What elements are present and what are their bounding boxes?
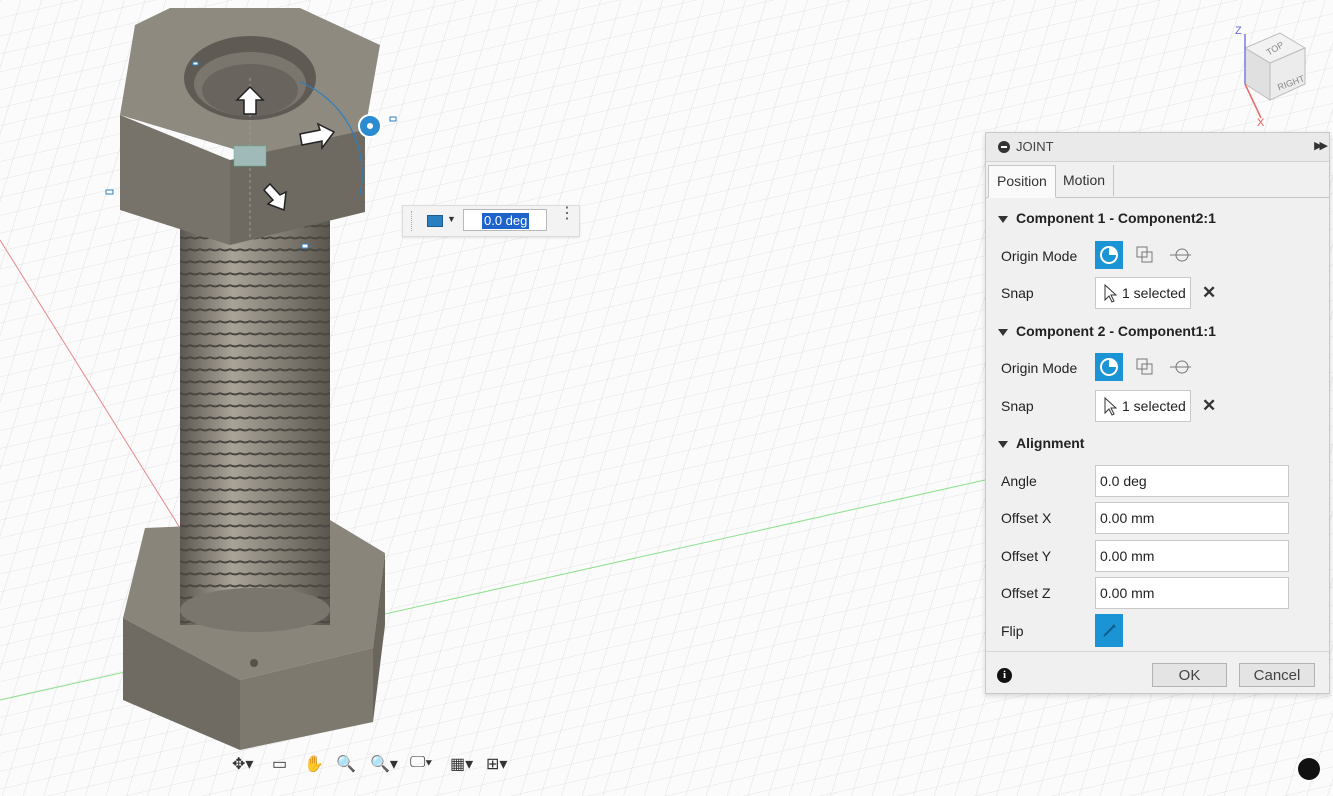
- collapse-triangle-icon: [998, 328, 1008, 336]
- component2-clear-selection-icon[interactable]: ✕: [1202, 396, 1216, 416]
- component2-snap-label: Snap: [1001, 398, 1034, 414]
- origin-mode-between-two-faces-button[interactable]: [1131, 353, 1159, 381]
- collapse-triangle-icon: [998, 440, 1008, 448]
- expand-panel-icon[interactable]: ▶▶: [1314, 139, 1328, 152]
- flip-button[interactable]: [1095, 614, 1123, 647]
- zoom-icon[interactable]: 🔍: [336, 754, 356, 778]
- cursor-icon: [1104, 284, 1117, 303]
- offset-z-field[interactable]: 0.00 mm: [1095, 577, 1289, 609]
- angle-type-dropdown[interactable]: ▼: [423, 212, 456, 230]
- alignment-section-header[interactable]: Alignment: [998, 435, 1084, 451]
- component1-snap-label: Snap: [1001, 285, 1034, 301]
- component1-origin-mode-label: Origin Mode: [1001, 248, 1078, 264]
- fit-icon[interactable]: 🔍▾: [370, 754, 398, 778]
- offset-y-label: Offset Y: [1001, 548, 1052, 564]
- tab-motion[interactable]: Motion: [1055, 165, 1115, 196]
- joint-origin-icon: [233, 145, 267, 167]
- panel-header: JOINT ▶▶: [986, 133, 1329, 162]
- more-options-icon[interactable]: ⋮: [559, 206, 575, 222]
- panel-footer: i OK Cancel: [986, 651, 1329, 694]
- orbit-icon[interactable]: ✥▾: [232, 754, 253, 778]
- angle-input-value: 0.0 deg: [482, 213, 530, 229]
- chevron-down-icon: ▼: [447, 214, 456, 224]
- offset-z-label: Offset Z: [1001, 585, 1051, 601]
- origin-mode-between-two-faces-button[interactable]: [1131, 241, 1159, 269]
- info-icon[interactable]: i: [997, 668, 1012, 683]
- component2-snap-selector[interactable]: 1 selected: [1095, 390, 1191, 422]
- grid-settings-icon[interactable]: ▦▾: [450, 754, 473, 778]
- flip-label: Flip: [1001, 623, 1024, 639]
- component1-clear-selection-icon[interactable]: ✕: [1202, 283, 1216, 303]
- angle-type-icon: [427, 215, 443, 227]
- component1-section-header[interactable]: Component 1 - Component2:1: [998, 210, 1216, 226]
- panel-title: JOINT: [1016, 139, 1054, 154]
- viewports-icon[interactable]: ⊞▾: [486, 754, 507, 778]
- panel-tabs: Position Motion: [986, 163, 1329, 198]
- viewcube[interactable]: Z X TOP RIGHT: [1225, 18, 1325, 129]
- offset-x-label: Offset X: [1001, 510, 1052, 526]
- pan-icon[interactable]: ✋: [304, 754, 324, 778]
- offset-y-field[interactable]: 0.00 mm: [1095, 540, 1289, 572]
- origin-mode-simple-button[interactable]: [1095, 353, 1123, 381]
- component2-origin-mode-label: Origin Mode: [1001, 360, 1078, 376]
- look-at-icon[interactable]: ▭: [272, 754, 287, 778]
- offset-x-field[interactable]: 0.00 mm: [1095, 502, 1289, 534]
- cancel-button[interactable]: Cancel: [1239, 663, 1315, 687]
- ok-button[interactable]: OK: [1152, 663, 1227, 687]
- origin-mode-two-edge-intersection-button[interactable]: [1167, 241, 1195, 269]
- tab-position[interactable]: Position: [988, 165, 1056, 198]
- drag-grip[interactable]: [411, 211, 414, 231]
- collapse-icon[interactable]: [998, 141, 1010, 153]
- angle-field[interactable]: 0.0 deg: [1095, 465, 1289, 497]
- origin-mode-two-edge-intersection-button[interactable]: [1167, 353, 1195, 381]
- x-axis-label: X: [1257, 117, 1265, 128]
- component1-snap-selector[interactable]: 1 selected: [1095, 277, 1191, 309]
- collapse-triangle-icon: [998, 215, 1008, 223]
- component2-section-header[interactable]: Component 2 - Component1:1: [998, 323, 1216, 339]
- origin-mode-simple-button[interactable]: [1095, 241, 1123, 269]
- inline-angle-editor: ▼ 0.0 deg ⋮: [402, 205, 580, 237]
- comment-icon[interactable]: [1298, 758, 1320, 780]
- joint-panel: JOINT ▶▶ Position Motion Component 1 - C…: [985, 132, 1330, 694]
- navigation-toolbar: ✥▾ ▭ ✋ 🔍 🔍▾ 🖵▾ ▦▾ ⊞▾: [226, 750, 522, 784]
- cursor-icon: [1104, 397, 1117, 416]
- z-axis-label: Z: [1235, 25, 1242, 37]
- angle-label: Angle: [1001, 473, 1037, 489]
- flip-icon: [1103, 624, 1116, 637]
- display-settings-icon[interactable]: 🖵▾: [410, 754, 432, 778]
